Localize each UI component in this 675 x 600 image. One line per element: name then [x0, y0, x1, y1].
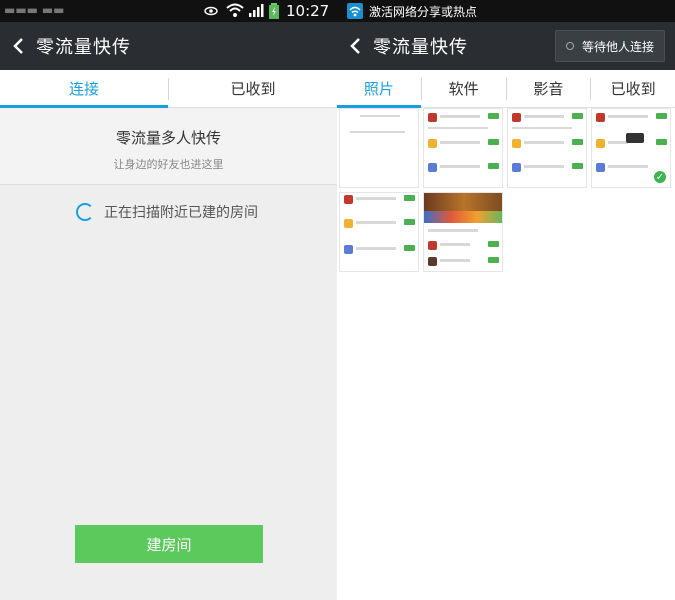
photo-thumbnail[interactable] — [339, 108, 419, 188]
hotspot-notice: 激活网络分享或热点 — [369, 5, 478, 19]
card-subtitle: 让身边的好友也进这里 — [113, 158, 224, 171]
tab-photos[interactable]: 照片 — [337, 70, 421, 108]
selected-check-icon[interactable]: ✓ — [652, 169, 668, 185]
thumb-line — [524, 115, 564, 118]
thumb-app-icon — [596, 113, 605, 122]
thumb-app-icon — [344, 195, 353, 204]
multi-share-card: 零流量多人快传 让身边的好友也进这里 — [0, 109, 337, 185]
right-screen: 激活网络分享或热点 零流量快传 等待他人连接 照片 软件 影音 已收到 ✓ — [337, 0, 675, 600]
photo-thumbnail[interactable] — [507, 108, 587, 188]
photo-grid: ✓ — [337, 108, 675, 278]
scan-text: 正在扫描附近已建的房间 — [104, 205, 258, 221]
thumb-line — [440, 115, 480, 118]
thumb-button — [488, 139, 499, 145]
thumb-line — [440, 243, 470, 246]
waiting-icon — [565, 42, 574, 50]
battery-icon — [268, 3, 280, 23]
tab-connect[interactable]: 连接 — [0, 70, 168, 108]
left-screen: ▬▬▬ ▬▬ 10:27 零流量快传 连接 已收到 零流量多人快传 让身边的好友… — [0, 0, 337, 600]
thumb-line — [512, 127, 572, 129]
thumb-banner — [424, 193, 502, 211]
thumb-button — [488, 163, 499, 169]
photo-thumbnail-selected[interactable]: ✓ — [591, 108, 671, 188]
thumb-line — [428, 229, 478, 232]
thumb-app-icon — [596, 139, 605, 148]
thumb-app-icon — [428, 241, 437, 250]
page-title: 零流量快传 — [373, 37, 468, 58]
tab-bar: 连接 已收到 — [0, 70, 337, 108]
thumb-line — [440, 165, 480, 168]
thumb-line — [428, 127, 488, 129]
thumb-line — [440, 259, 470, 262]
page-title: 零流量快传 — [36, 37, 131, 58]
thumb-app-icon — [512, 163, 521, 172]
thumb-button — [572, 139, 583, 145]
thumb-line — [524, 165, 564, 168]
tab-received[interactable]: 已收到 — [591, 70, 675, 107]
thumb-tooltip — [626, 133, 644, 143]
back-button[interactable] — [337, 22, 373, 70]
thumb-button — [488, 113, 499, 119]
thumb-button — [404, 219, 415, 225]
build-room-button[interactable]: 建房间 — [75, 525, 263, 563]
tab-media[interactable]: 影音 — [507, 70, 591, 107]
thumb-app-icon — [344, 219, 353, 228]
thumb-button — [572, 113, 583, 119]
app-bar: 零流量快传 等待他人连接 — [337, 22, 675, 70]
thumb-app-icon — [428, 257, 437, 266]
thumb-line — [440, 141, 480, 144]
thumb-app-icon — [596, 163, 605, 172]
thumb-line — [608, 141, 628, 144]
chevron-left-icon — [13, 38, 23, 54]
thumb-app-icon — [512, 139, 521, 148]
thumb-button — [404, 195, 415, 201]
signal-icon — [248, 3, 264, 22]
status-bar: 激活网络分享或热点 — [337, 0, 675, 22]
thumb-app-icon — [344, 245, 353, 254]
thumb-category-bar — [424, 211, 502, 223]
tab-received[interactable]: 已收到 — [169, 70, 337, 107]
thumb-button — [488, 241, 499, 247]
screenshot-root: ▬▬▬ ▬▬ 10:27 零流量快传 连接 已收到 零流量多人快传 让身边的好友… — [0, 0, 675, 600]
chevron-left-icon — [350, 38, 360, 54]
eye-icon — [204, 3, 218, 22]
loading-spinner-icon — [76, 203, 94, 221]
clock: 10:27 — [286, 2, 330, 20]
thumb-app-icon — [428, 163, 437, 172]
wifi-icon — [226, 2, 244, 22]
thumb-line — [350, 131, 405, 133]
photo-thumbnail[interactable] — [339, 192, 419, 272]
photo-thumbnail[interactable] — [423, 192, 503, 272]
thumb-line — [608, 115, 648, 118]
tab-bar: 照片 软件 影音 已收到 — [337, 70, 675, 108]
thumb-line — [356, 247, 396, 250]
thumb-app-icon — [428, 113, 437, 122]
app-bar: 零流量快传 — [0, 22, 337, 70]
wait-connect-label: 等待他人连接 — [581, 39, 654, 54]
thumb-app-icon — [512, 113, 521, 122]
wait-connect-button[interactable]: 等待他人连接 — [554, 30, 665, 62]
photo-thumbnail[interactable] — [423, 108, 503, 188]
scan-status: 正在扫描附近已建的房间 — [76, 202, 258, 222]
thumb-line — [356, 221, 396, 224]
thumb-line — [356, 197, 396, 200]
thumb-line — [608, 165, 648, 168]
thumb-button — [404, 245, 415, 251]
thumb-line — [360, 115, 400, 117]
thumb-button — [488, 257, 499, 263]
carrier-blur: ▬▬▬ ▬▬ — [4, 3, 65, 17]
thumb-button — [656, 113, 667, 119]
tab-apps[interactable]: 软件 — [422, 70, 506, 107]
thumb-line — [524, 141, 564, 144]
back-button[interactable] — [0, 22, 36, 70]
thumb-button — [572, 163, 583, 169]
thumb-button — [656, 139, 667, 145]
card-title: 零流量多人快传 — [115, 129, 221, 147]
hotspot-icon — [347, 3, 363, 23]
thumb-app-icon — [428, 139, 437, 148]
status-bar: ▬▬▬ ▬▬ 10:27 — [0, 0, 337, 22]
